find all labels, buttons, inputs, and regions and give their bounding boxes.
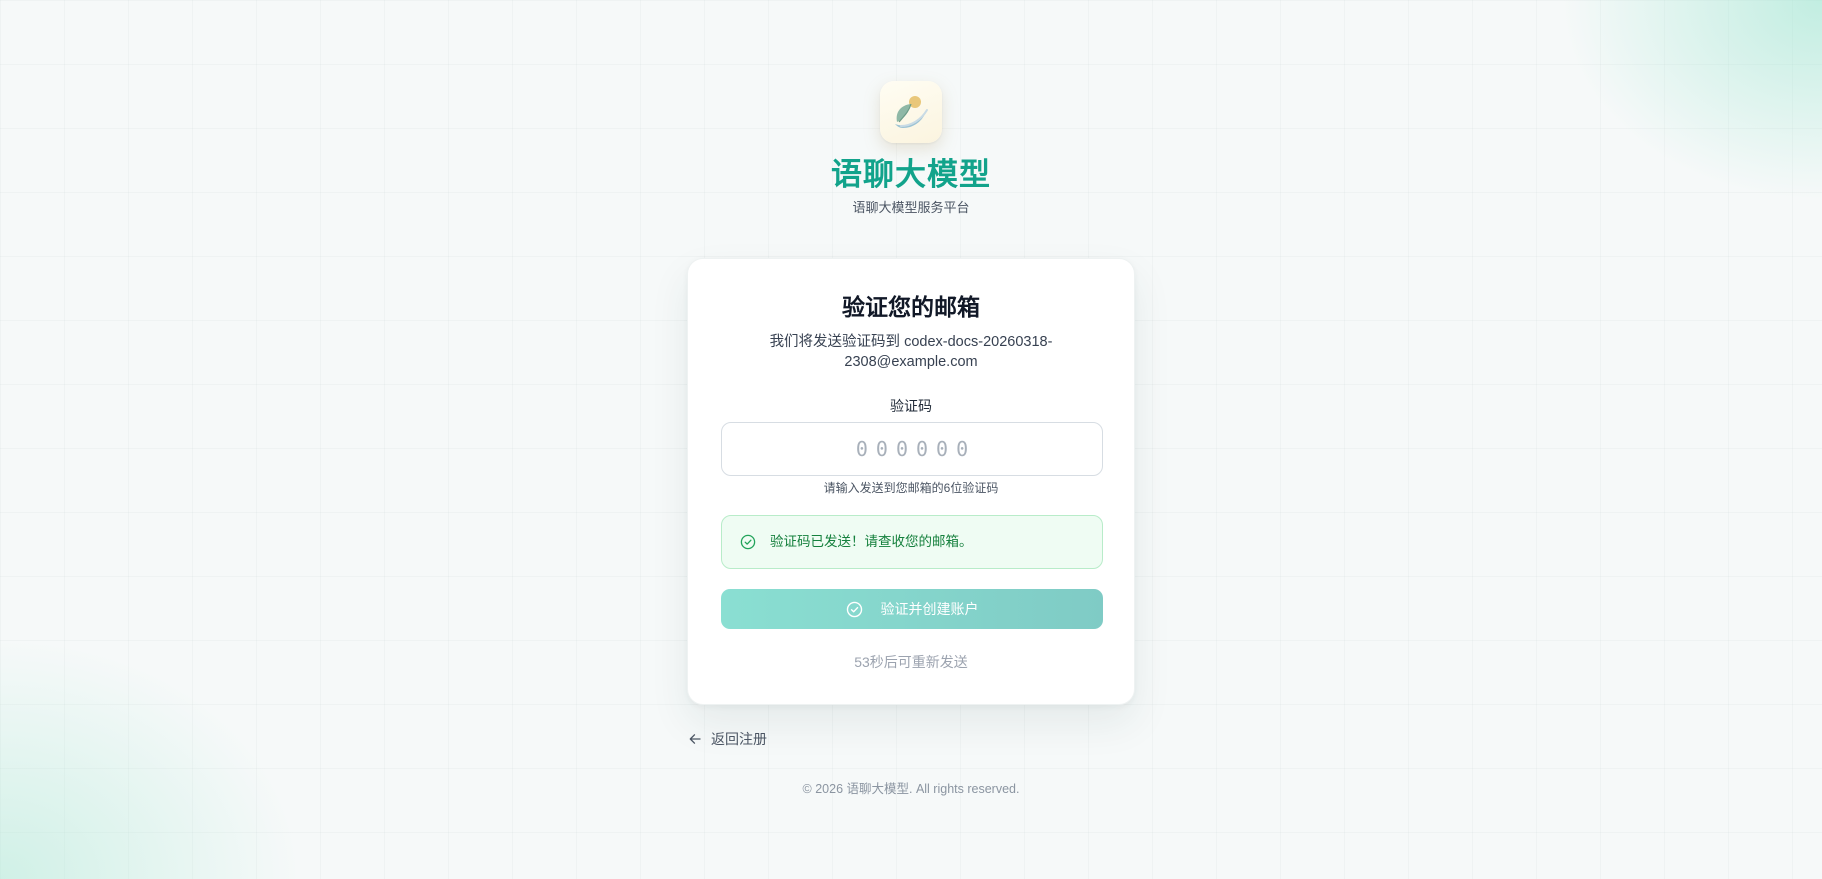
code-field-hint: 请输入发送到您邮箱的6位验证码 xyxy=(823,481,999,495)
verify-create-account-button[interactable]: 验证并创建账户 xyxy=(721,589,1103,629)
brand-header: 语聊大模型 语聊大模型服务平台 xyxy=(0,81,1822,217)
card-description: 我们将发送验证码到 codex-docs-20260318-2308@examp… xyxy=(769,334,1053,370)
check-circle-icon xyxy=(846,600,864,618)
button-label: 验证并创建账户 xyxy=(880,601,979,617)
app-title: 语聊大模型 xyxy=(831,157,991,192)
verify-email-card: 验证您的邮箱 我们将发送验证码到 codex-docs-20260318-230… xyxy=(687,258,1135,705)
back-link-label: 返回注册 xyxy=(711,731,767,747)
check-circle-icon xyxy=(739,533,757,551)
app-subtitle: 语聊大模型服务平台 xyxy=(852,200,970,215)
code-field-label: 验证码 xyxy=(890,398,932,414)
leaf-sun-logo-icon xyxy=(895,96,928,128)
footer-copyright: © 2026 语聊大模型. All rights reserved. xyxy=(802,782,1020,796)
resend-countdown: 53秒后可重新发送 xyxy=(854,654,968,670)
app-logo xyxy=(880,81,942,143)
success-alert: 验证码已发送！请查收您的邮箱。 xyxy=(721,515,1103,569)
alert-message: 验证码已发送！请查收您的邮箱。 xyxy=(770,534,973,549)
verification-code-input[interactable] xyxy=(721,422,1103,476)
arrow-left-icon xyxy=(687,731,703,747)
back-to-register-link[interactable]: 返回注册 xyxy=(687,730,767,748)
card-title: 验证您的邮箱 xyxy=(842,294,980,320)
